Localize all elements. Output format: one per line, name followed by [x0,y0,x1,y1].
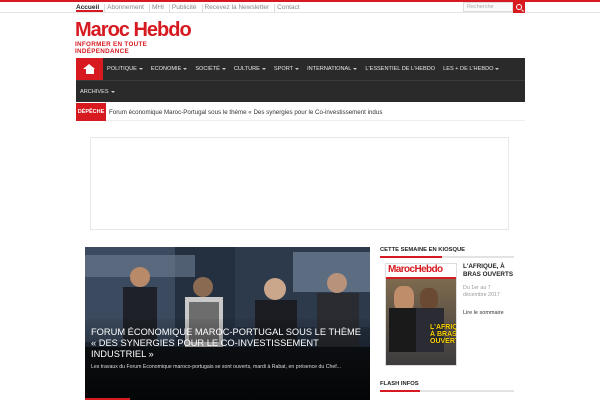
nav-item-plus-hebdo[interactable]: LES + DE L'HEBDO [439,58,503,80]
logo-tagline: INFORMER EN TOUTE INDÉPENDANCE [75,41,148,55]
chevron-down-icon [221,68,226,70]
search-icon [515,3,522,10]
nav-item-international[interactable]: INTERNATIONAL [303,58,361,80]
logo-wordmark: Maroc Hebdo [75,19,192,41]
featured-article[interactable]: Forum économique Maroc-Portugal sous le … [85,247,370,400]
top-link-newsletter[interactable]: Recevez la Newsletter [205,3,276,12]
ticker-label: DÉPÊCHE [76,103,106,121]
nav-item-politique[interactable]: POLITIQUE [103,58,147,80]
nav-label: SOCIÉTÉ [195,66,220,72]
nav-label: CULTURE [233,66,260,72]
chevron-down-icon [138,68,143,70]
nav-label: L'ESSENTIEL DE L'HEBDO [365,66,436,72]
chevron-down-icon [295,68,300,70]
nav-label: SPORT [273,66,294,72]
kiosque-section-title: CETTE SEMAINE EN KIOSQUE [380,247,514,258]
cover-headline: L'AFRIQUE, À BRAS OUVERTS [430,324,457,345]
chevron-down-icon [495,68,500,70]
top-link-publicite[interactable]: Publicité [172,3,203,12]
cover-person [389,308,419,352]
top-link-contact[interactable]: Contact [277,4,304,12]
magazine-cover[interactable]: MarocHebdo L'AFRIQUE, À BRAS OUVERTS [385,263,457,366]
chevron-down-icon [110,90,115,93]
search-input[interactable]: Recherche [463,2,513,12]
chevron-down-icon [261,68,266,70]
nav-label: ARCHIVES [80,88,109,95]
nav-item-culture[interactable]: CULTURE [230,58,270,80]
news-ticker: DÉPÊCHE Forum économique Maroc-Portugal … [76,103,525,121]
top-link-abonnement[interactable]: Abonnement [107,3,150,12]
featured-article-excerpt: Les travaux du Forum Economique maroco-p… [91,364,341,370]
nav-item-essentiel[interactable]: L'ESSENTIEL DE L'HEBDO [361,58,439,80]
search-button[interactable] [513,1,525,13]
main-nav-row-2: ARCHIVES [76,80,525,102]
summary-link[interactable]: Lire le sommaire [463,310,515,316]
issue-title[interactable]: L'AFRIQUE, À BRAS OUVERTS [463,263,515,279]
top-link-mhi[interactable]: MHI [152,3,170,12]
ad-banner [90,137,509,230]
chevron-down-icon [183,68,188,70]
flash-section-title: FLASH INFOS [380,381,514,392]
home-button[interactable] [76,58,103,80]
cover-person [420,288,438,310]
nav-label: POLITIQUE [107,66,137,72]
site-logo[interactable]: Maroc Hebdo INFORMER EN TOUTE INDÉPENDAN… [75,19,200,55]
nav-item-sport[interactable]: SPORT [270,58,303,80]
featured-article-title[interactable]: Forum économique Maroc-Portugal sous le … [91,327,367,360]
top-navigation: Accueil Abonnement MHI Publicité Recevez… [76,2,307,13]
chevron-down-icon [353,68,358,70]
nav-item-societe[interactable]: SOCIÉTÉ [191,58,230,80]
nav-label: ECONOMIE [150,66,182,72]
ticker-headline-link[interactable]: Forum économique Maroc-Portugal sous le … [109,103,382,121]
issue-dates: Du 1er au 7 décembre 2017 [463,285,500,298]
nav-item-archives[interactable]: ARCHIVES [76,81,119,103]
cover-masthead: MarocHebdo [386,264,456,277]
nav-item-economie[interactable]: ECONOMIE [147,58,191,80]
main-nav-row: POLITIQUE ECONOMIE SOCIÉTÉ CULTURE SPORT… [76,58,503,80]
home-icon [83,64,95,74]
cover-person [394,286,414,310]
nav-label: LES + DE L'HEBDO [443,66,494,72]
nav-label: INTERNATIONAL [307,66,352,72]
main-navigation: POLITIQUE ECONOMIE SOCIÉTÉ CULTURE SPORT… [76,58,525,102]
active-link-indicator [76,10,103,12]
